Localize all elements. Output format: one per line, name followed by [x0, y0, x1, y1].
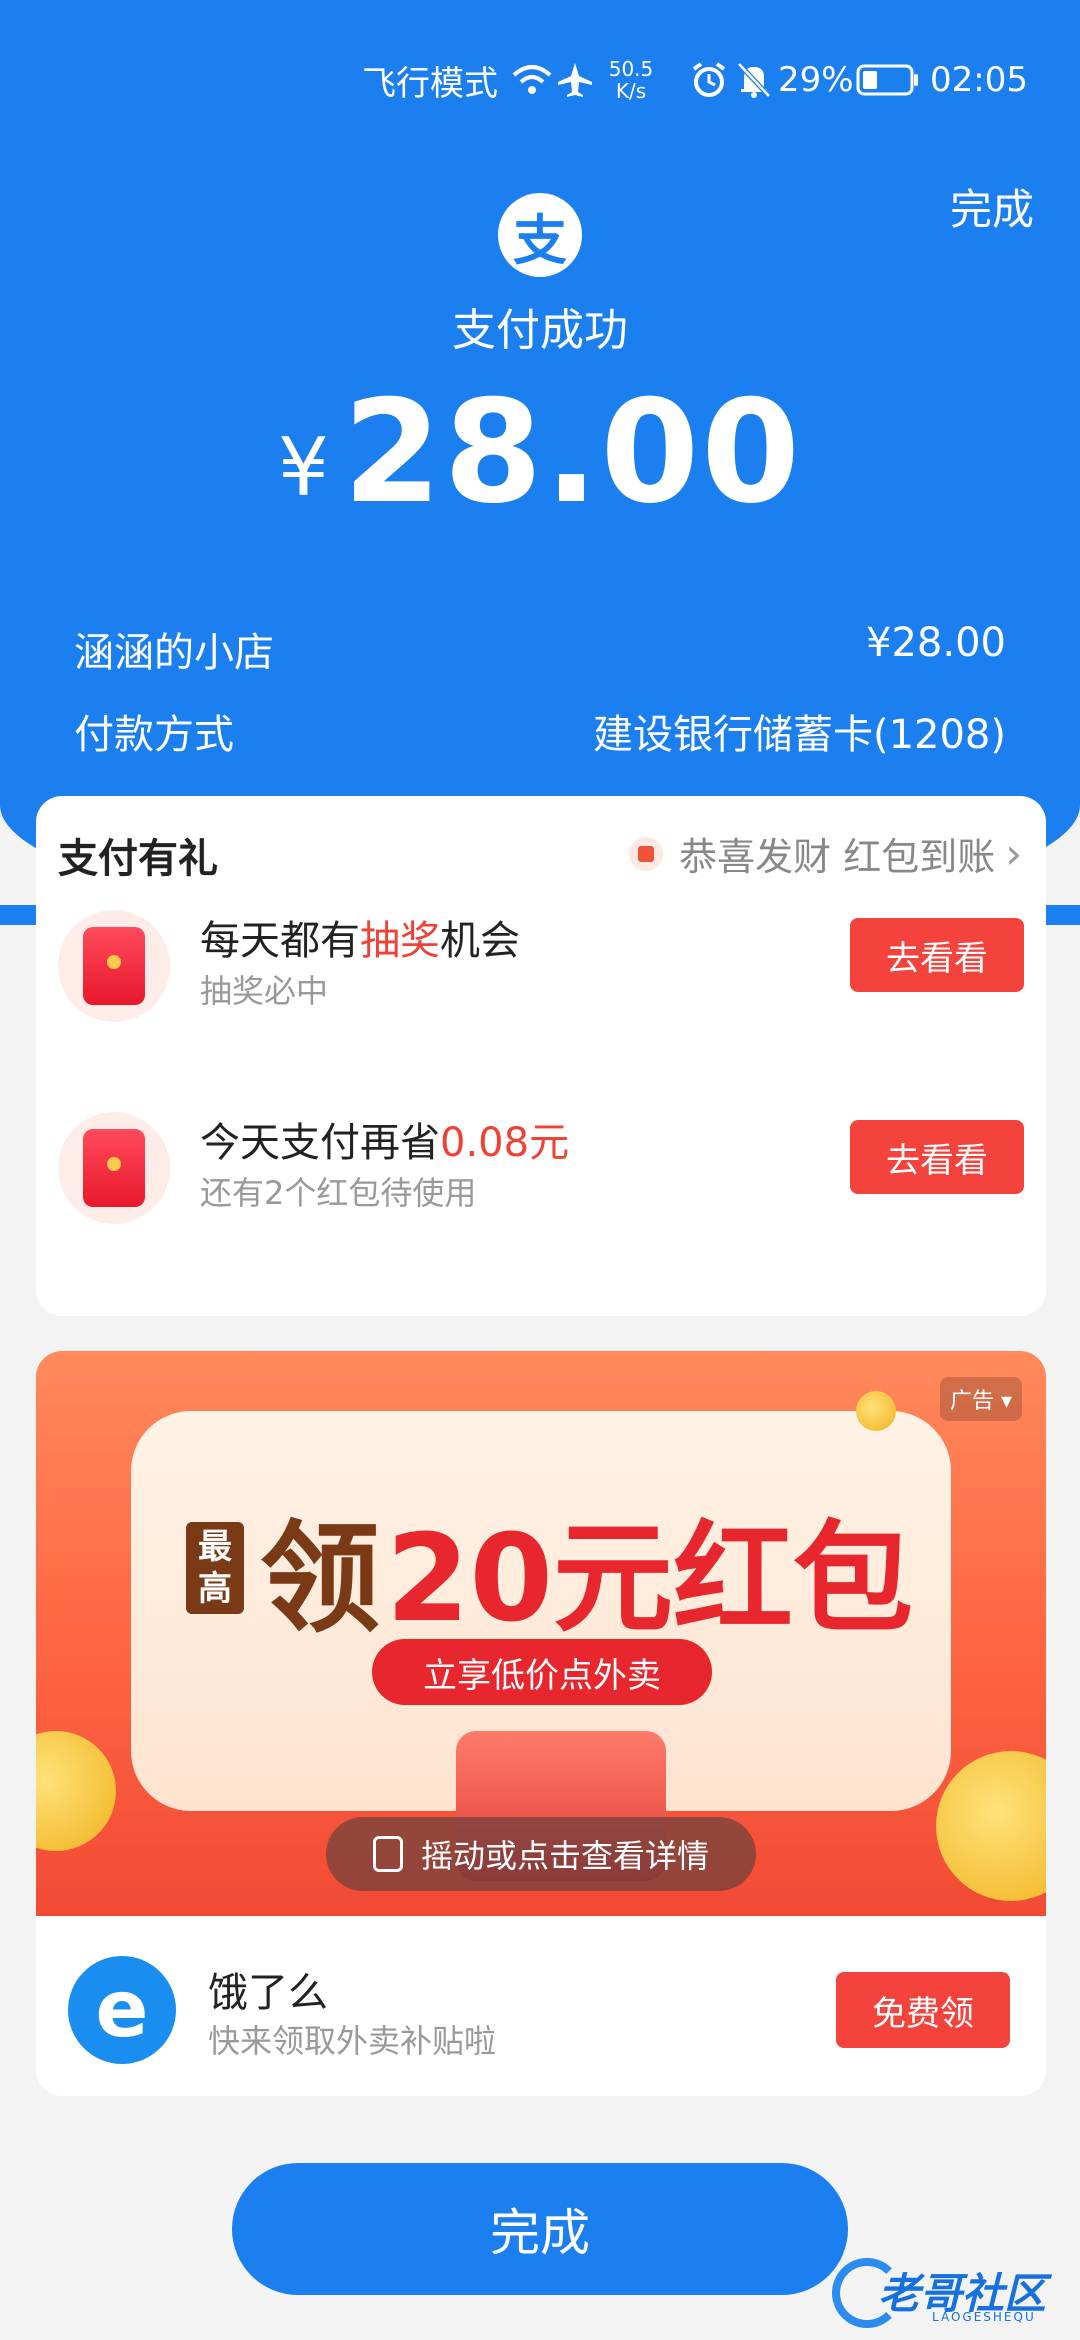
net-speed-value: 50.5 [608, 57, 654, 81]
shake-phone-icon [372, 1836, 403, 1872]
ad-subline: 立享低价点外卖 [372, 1639, 712, 1705]
ad-headline-1: 领 [260, 1510, 380, 1649]
status-bar: 飞行模式 50.5 K/s 29% 02:05 [0, 50, 1080, 110]
red-envelope-icon [58, 910, 170, 1022]
alipay-logo-icon: 支 [513, 208, 567, 272]
clock: 02:05 [930, 60, 1028, 100]
rewards-hint-link[interactable]: 恭喜发财 红包到账 › [629, 826, 1022, 881]
ad-brand-desc: 快来领取外卖补贴啦 [208, 2022, 497, 2060]
rewards-title: 支付有礼 [58, 836, 218, 882]
coin-icon [936, 1751, 1046, 1901]
watermark-logo: 老哥社区 LAOGESHEQU [832, 2250, 1062, 2330]
net-speed: 50.5 K/s [604, 50, 658, 110]
coin-icon [36, 1731, 116, 1851]
alipay-logo: 支 [498, 193, 582, 277]
ad-small-text: 最高 [186, 1522, 244, 1614]
airplane-icon [556, 50, 594, 110]
ad-brand-name: 饿了么 [208, 1970, 328, 2016]
payment-method-label: 付款方式 [74, 712, 234, 758]
currency-symbol: ¥ [277, 421, 329, 514]
ad-headline-2: 20元红包 [386, 1510, 913, 1649]
battery-icon [856, 50, 920, 110]
merchant-amount: ¥28.00 [866, 620, 1006, 666]
gift-icon [629, 836, 664, 871]
merchant-row: 涵涵的小店 ¥28.00 [74, 620, 1006, 678]
alarm-icon [690, 50, 728, 110]
promo-highlight: 抽奖 [360, 918, 440, 964]
battery-percent: 29% [778, 60, 854, 100]
go-see-button[interactable]: 去看看 [850, 1120, 1024, 1194]
payment-amount: ¥28.00 [0, 370, 1080, 535]
ad-headline: 最高 领 20元红包 [186, 1481, 913, 1655]
payment-status: 支付成功 [452, 305, 628, 356]
ad-card: 广告 ▾ 最高 领 20元红包 立享低价点外卖 摇动或点击查看详情 e 饿了么 … [36, 1351, 1046, 2096]
ad-banner[interactable]: 广告 ▾ 最高 领 20元红包 立享低价点外卖 摇动或点击查看详情 [36, 1351, 1046, 1916]
net-speed-unit: K/s [615, 79, 647, 103]
ad-tag[interactable]: 广告 ▾ [939, 1377, 1022, 1421]
done-button[interactable]: 完成 [232, 2163, 848, 2295]
go-see-button[interactable]: 去看看 [850, 918, 1024, 992]
chevron-right-icon: › [1005, 829, 1022, 878]
payment-method-row: 付款方式 建设银行储蓄卡(1208) [74, 702, 1006, 760]
promo-title: 每天都有抽奖机会 [200, 918, 520, 964]
rewards-hint-text: 恭喜发财 红包到账 [679, 835, 996, 879]
promo-subtitle: 抽奖必中 [200, 972, 329, 1010]
shake-hint[interactable]: 摇动或点击查看详情 [326, 1817, 756, 1891]
free-claim-button[interactable]: 免费领 [836, 1972, 1010, 2048]
red-envelope-icon [58, 1112, 170, 1224]
promo-subtitle: 还有2个红包待使用 [200, 1174, 477, 1212]
payment-method-value: 建设银行储蓄卡(1208) [592, 712, 1006, 758]
promo-title: 今天支付再省0.08元 [200, 1120, 570, 1166]
airplane-mode-label: 飞行模式 [362, 63, 498, 104]
done-link-top[interactable]: 完成 [950, 176, 1034, 237]
coin-icon [856, 1391, 896, 1431]
amount-value: 28.00 [342, 370, 803, 535]
merchant-name: 涵涵的小店 [74, 630, 274, 676]
watermark-sub: LAOGESHEQU [932, 2310, 1036, 2324]
shake-text: 摇动或点击查看详情 [420, 1837, 709, 1875]
promo-item-discount[interactable]: 今天支付再省0.08元 还有2个红包待使用 去看看 [36, 1104, 1046, 1234]
promo-highlight: 0.08元 [440, 1120, 570, 1166]
promo-item-lottery[interactable]: 每天都有抽奖机会 抽奖必中 去看看 [36, 902, 1046, 1032]
mute-bell-icon [736, 50, 772, 110]
wifi-icon [512, 50, 552, 110]
rewards-card: 支付有礼 恭喜发财 红包到账 › 每天都有抽奖机会 抽奖必中 去看看 今天支付再… [36, 796, 1046, 1316]
eleme-logo: e [68, 1956, 176, 2064]
ad-footer: e 饿了么 快来领取外卖补贴啦 免费领 [36, 1916, 1046, 2096]
